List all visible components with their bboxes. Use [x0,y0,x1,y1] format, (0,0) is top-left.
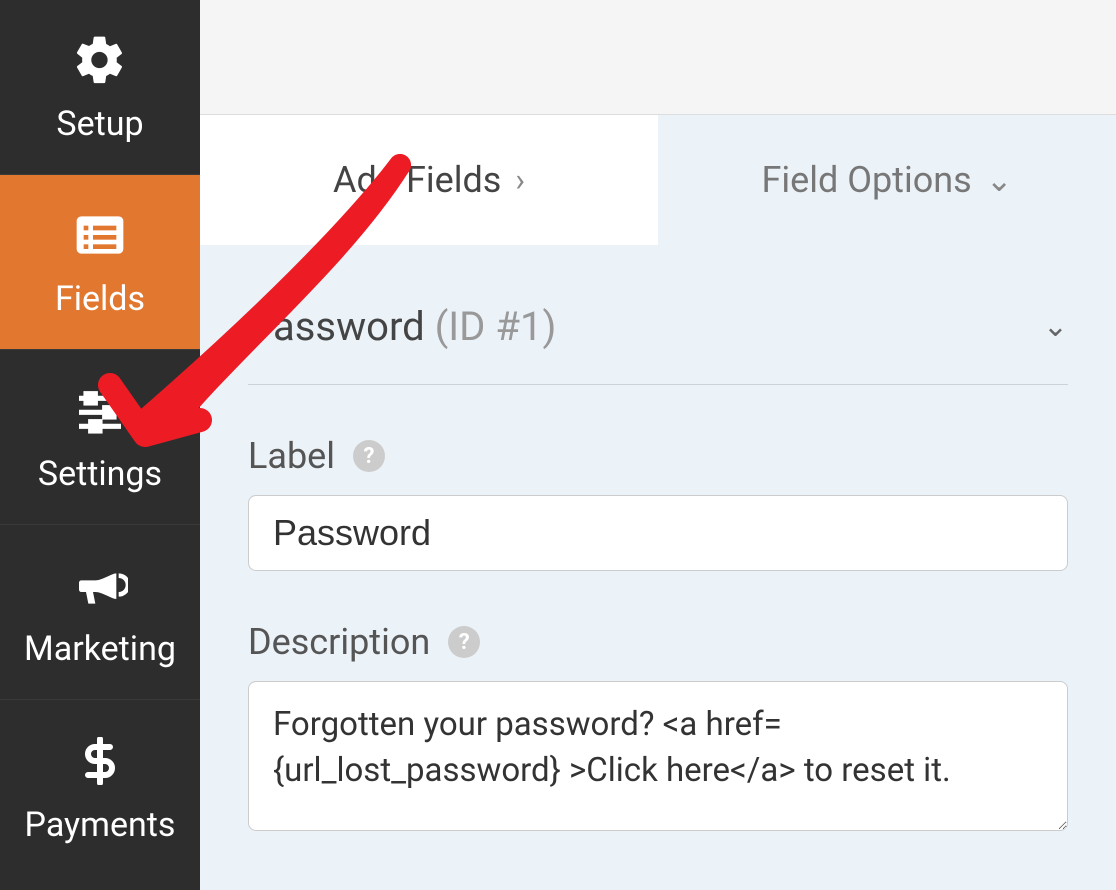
gear-icon [70,30,130,90]
list-icon [70,205,130,265]
sidebar-label-marketing: Marketing [24,629,176,669]
sidebar-label-fields: Fields [55,279,145,319]
sidebar-item-marketing[interactable]: Marketing [0,525,200,700]
sidebar: Setup Fields Settings Marketing Payments [0,0,200,890]
sidebar-item-setup[interactable]: Setup [0,0,200,175]
chevron-down-icon: ⌄ [986,161,1013,199]
sidebar-label-payments: Payments [25,805,176,845]
field-options-panel: Password (ID #1) ⌄ Label ? Description ? [200,245,1116,890]
sliders-icon [70,380,130,440]
section-id: (ID #1) [435,303,557,350]
description-row: Description ? [248,621,1068,835]
label-title-row: Label ? [248,435,1068,477]
bullhorn-icon [70,555,130,615]
section-title: Password (ID #1) [248,303,556,350]
tab-label-field-options: Field Options [761,159,971,201]
help-icon[interactable]: ? [448,626,480,658]
main-panel: Add Fields › Field Options ⌄ Password (I… [200,0,1116,890]
section-name: Password [248,303,425,350]
sidebar-item-payments[interactable]: Payments [0,700,200,875]
help-icon[interactable]: ? [353,440,385,472]
dollar-icon [70,731,130,791]
description-title-row: Description ? [248,621,1068,663]
label-title: Label [248,435,335,477]
sidebar-item-settings[interactable]: Settings [0,350,200,525]
description-input[interactable] [248,681,1068,831]
section-header[interactable]: Password (ID #1) ⌄ [248,245,1068,385]
chevron-down-icon: ⌄ [1043,309,1068,344]
tab-label-add-fields: Add Fields [333,159,501,201]
sidebar-item-fields[interactable]: Fields [0,175,200,350]
sidebar-label-setup: Setup [56,104,143,144]
chevron-right-icon: › [515,161,525,199]
sidebar-label-settings: Settings [38,454,162,494]
description-title: Description [248,621,430,663]
topbar [200,0,1116,115]
tabs: Add Fields › Field Options ⌄ [200,115,1116,245]
label-input[interactable] [248,495,1068,571]
label-row: Label ? [248,435,1068,571]
tab-add-fields[interactable]: Add Fields › [200,115,658,245]
tab-field-options[interactable]: Field Options ⌄ [658,115,1116,245]
